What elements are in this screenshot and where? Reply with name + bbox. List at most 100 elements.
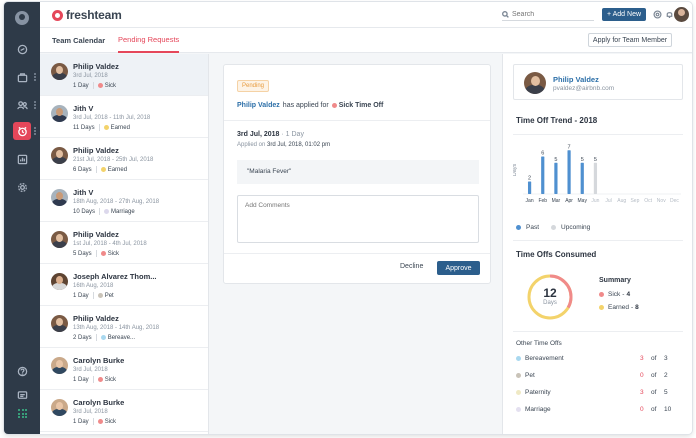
x-tick-label: Dec	[670, 198, 679, 204]
timeoff-type: Paternity	[516, 389, 551, 396]
leave-type: Earned	[100, 167, 127, 173]
tab-pending-requests[interactable]: Pending Requests	[118, 28, 180, 53]
bell-icon[interactable]	[665, 10, 674, 19]
leave-date: 3rd Jul, 2018 · 1 Day	[237, 131, 304, 138]
timeoff-type: Marriage	[516, 406, 551, 413]
settings-icon[interactable]	[13, 178, 31, 196]
leave-type-label: Pet	[104, 292, 114, 299]
apply-for-team-member-button[interactable]: Apply for Team Member	[588, 33, 672, 47]
rail-more-icon[interactable]	[34, 101, 36, 109]
leave-dot-icon	[97, 83, 103, 88]
timeoff-type: Bereavement	[516, 355, 564, 362]
legend-item-upcoming: Upcoming	[551, 224, 590, 231]
list-item[interactable]: Jith V 3rd Jul, 2018 - 11th Jul, 2018 11 D…	[40, 96, 208, 138]
search-input[interactable]	[512, 10, 592, 18]
other-timeoff-row: Bereavement 3 of 3	[516, 355, 676, 365]
list-item[interactable]: Jith V 18th Aug, 2018 - 27th Aug, 2018 10 …	[40, 180, 208, 222]
applied-on: Applied on 3rd Jul, 2018, 01:02 pm	[237, 142, 330, 148]
divider	[95, 166, 97, 173]
briefcase-icon[interactable]	[13, 68, 31, 86]
leave-type: Marriage	[104, 209, 135, 215]
reports-icon[interactable]	[13, 150, 31, 168]
other-timeoff-row: Paternity 3 of 5	[516, 389, 676, 399]
consumed-title: Time Offs Consumed	[516, 250, 597, 259]
of-text: of	[651, 406, 657, 413]
upcoming-dot-icon	[551, 225, 557, 230]
request-days: 11 Days	[73, 124, 95, 131]
avatar	[51, 105, 68, 122]
profile-name[interactable]: Philip Valdez	[553, 75, 599, 84]
bar-past-apr[interactable]	[567, 150, 571, 194]
timeoff-dot-icon	[516, 407, 521, 412]
request-dates: 18th Aug, 2018 - 27th Aug, 2018	[73, 199, 160, 205]
leave-type: Sick	[97, 377, 116, 383]
comments-input[interactable]	[237, 195, 479, 243]
request-days: 2 Days	[73, 334, 92, 341]
rail-more-icon[interactable]	[34, 127, 36, 135]
request-detail-card: Pending Philip Valdez has applied for Si…	[223, 64, 491, 284]
rail-more-icon[interactable]	[34, 73, 36, 81]
tab-team-calendar[interactable]: Team Calendar	[52, 28, 105, 53]
other-timeoff-row: Pet 0 of 2	[516, 372, 676, 382]
brand-logo[interactable]: freshteam	[52, 8, 122, 22]
profile-card[interactable]: Philip Valdez pvaldez@airbnb.com	[513, 64, 683, 100]
help-icon[interactable]	[653, 10, 662, 19]
request-days: 1 Day	[73, 376, 89, 383]
bar-past-feb[interactable]	[541, 156, 545, 195]
requester-name[interactable]: Philip Valdez	[237, 102, 280, 109]
top-bar: freshteam + Add New	[40, 2, 692, 28]
leave-dot-icon	[100, 251, 106, 256]
bar-past-mar[interactable]	[554, 162, 558, 194]
avatar	[51, 399, 68, 416]
summary-value: 8	[635, 304, 639, 311]
list-item[interactable]: Philip Valdez 21st Jul, 2018 - 25th Jul, …	[40, 138, 208, 180]
help-icon[interactable]	[13, 362, 31, 380]
list-item[interactable]: Carolyn Burke 3rd Jul, 2018 1 Day Sick	[40, 348, 208, 390]
list-item[interactable]: Joseph Alvarez Thom... 16th Aug, 2018 1 Da…	[40, 264, 208, 306]
requester-name: Philip Valdez	[73, 146, 119, 155]
apps-icon[interactable]	[18, 409, 27, 418]
request-meta: 10 Days Marriage	[73, 208, 135, 215]
summary-label: Sick	[608, 291, 621, 298]
requester-name: Carolyn Burke	[73, 398, 125, 407]
leave-dot-icon	[97, 377, 103, 382]
bar-past-may[interactable]	[580, 162, 584, 194]
leave-dot-icon	[97, 293, 103, 298]
add-new-button[interactable]: + Add New	[602, 8, 646, 21]
list-item[interactable]: Philip Valdez 3rd Jul, 2018 1 Day Sick	[40, 54, 208, 96]
x-tick-label: Apr	[565, 198, 573, 204]
request-meta: 1 Day Sick	[73, 418, 116, 425]
requester-name: Philip Valdez	[73, 230, 119, 239]
leave-type-label: Marriage	[111, 208, 135, 215]
timeoff-taken: 0	[640, 406, 644, 413]
request-meta: 1 Day Sick	[73, 82, 116, 89]
leave-type: Sick	[97, 83, 116, 89]
chart-legend: Past Upcoming	[516, 224, 590, 231]
timeoff-icon[interactable]	[13, 122, 31, 140]
search-box[interactable]	[502, 8, 594, 21]
list-item[interactable]: Carolyn Burke 3rd Jul, 2018 1 Day Sick	[40, 390, 208, 432]
avatar	[51, 189, 68, 206]
approve-button[interactable]: Approve	[437, 261, 480, 275]
team-icon[interactable]	[13, 96, 31, 114]
list-item[interactable]: Philip Valdez 13th Aug, 2018 - 14th Aug, …	[40, 306, 208, 348]
y-axis-label: Days	[513, 163, 518, 176]
bar-past-jan[interactable]	[527, 181, 532, 195]
leave-type: Bereave...	[100, 335, 135, 341]
divider	[513, 240, 683, 241]
chat-icon[interactable]	[13, 386, 31, 404]
leave-reason: "Malaria Fever"	[237, 160, 479, 184]
user-avatar[interactable]	[674, 7, 689, 22]
bar-upcoming-jun[interactable]	[593, 162, 598, 194]
requester-name: Jith V	[73, 188, 94, 197]
org-logo-icon[interactable]	[15, 11, 29, 25]
list-item[interactable]: Philip Valdez 1st Jul, 2018 - 4th Jul, 20…	[40, 222, 208, 264]
decline-button[interactable]: Decline	[400, 263, 423, 270]
other-timeoff-row: Marriage 0 of 10	[516, 406, 676, 416]
bar-value-label: 5	[581, 157, 584, 163]
divider	[513, 331, 683, 332]
home-icon[interactable]	[13, 40, 31, 58]
summary-sick: Sick - 4	[599, 291, 630, 298]
request-dates: 3rd Jul, 2018 - 11th Jul, 2018	[73, 115, 151, 121]
request-dates: 3rd Jul, 2018	[73, 367, 108, 373]
